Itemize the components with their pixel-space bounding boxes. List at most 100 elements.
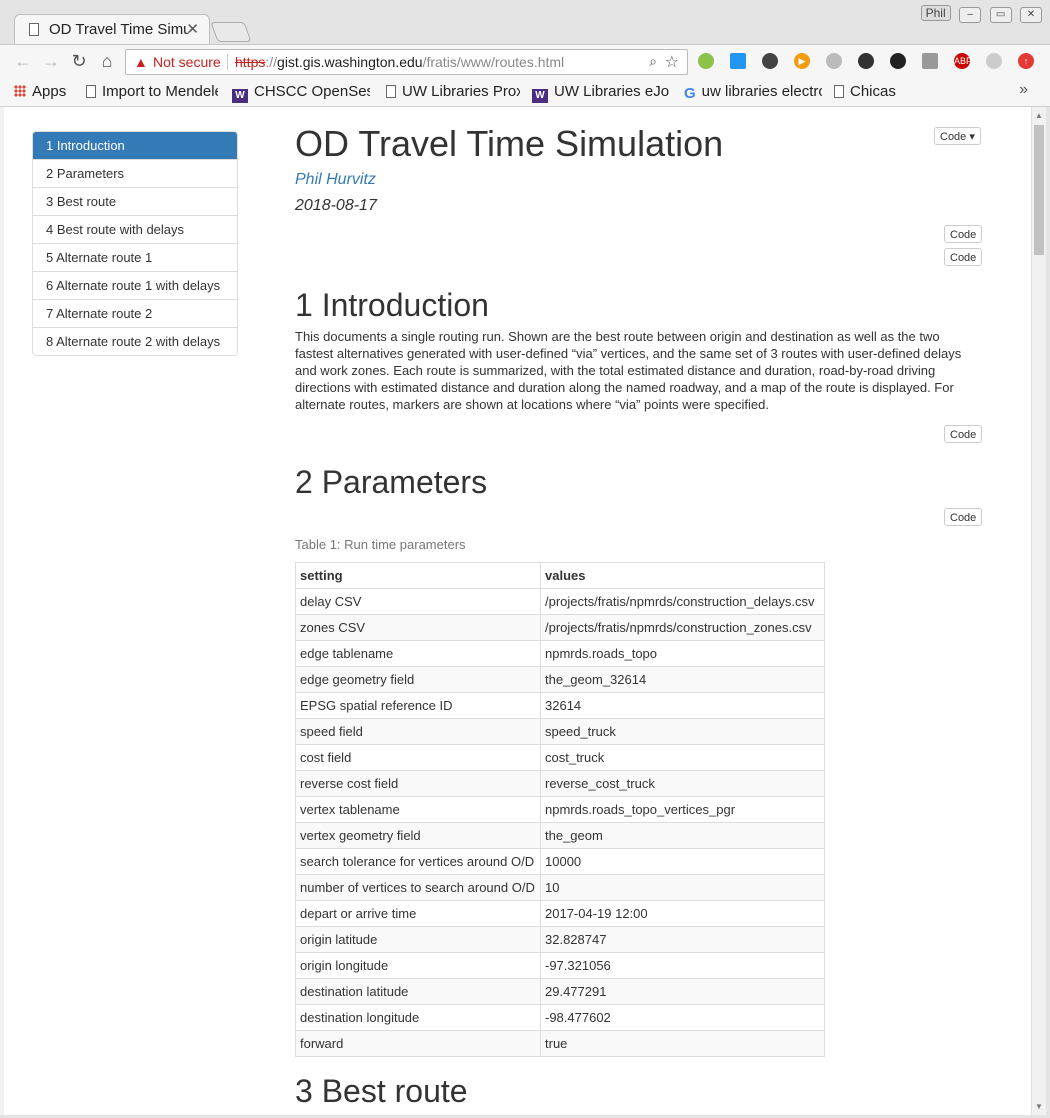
author: Phil Hurvitz — [295, 171, 376, 188]
code-menu-button[interactable]: Code ▾ — [934, 127, 981, 145]
security-label[interactable]: Not secure — [153, 54, 221, 70]
url-text[interactable]: https://gist.gis.washington.edu/fratis/w… — [235, 54, 564, 70]
page-title: OD Travel Time Simulation — [295, 123, 724, 164]
scroll-down-icon[interactable]: ▼ — [1035, 1102, 1043, 1111]
play-extension-icon[interactable]: ▶ — [794, 53, 810, 69]
bookmark-item[interactable]: UW Libraries Proxy — [386, 83, 520, 100]
toc-item[interactable]: 2 Parameters — [33, 159, 237, 187]
scroll-up-icon[interactable]: ▲ — [1035, 111, 1043, 120]
zoom-icon[interactable]: ⌕ — [649, 53, 657, 70]
page-icon — [386, 85, 396, 98]
toc-item[interactable]: 8 Alternate route 2 with delays — [33, 327, 237, 355]
setting-cell: number of vertices to search around O/D — [295, 874, 541, 901]
toc-item[interactable]: 4 Best route with delays — [33, 215, 237, 243]
setting-cell: delay CSV — [295, 588, 541, 615]
setting-cell: origin latitude — [295, 926, 541, 953]
maximize-button[interactable]: ▭ — [989, 7, 1012, 23]
setting-cell: depart or arrive time — [295, 900, 541, 927]
document-icon — [29, 23, 39, 36]
home-icon[interactable]: ⌂ — [96, 51, 118, 72]
value-cell: 29.477291 — [540, 978, 825, 1005]
setting-cell: edge tablename — [295, 640, 541, 667]
page-icon — [834, 85, 844, 98]
bookmark-apps[interactable]: Apps — [14, 83, 66, 100]
vertical-scrollbar[interactable]: ▲ ▼ — [1031, 107, 1047, 1115]
extension-icon[interactable] — [698, 53, 714, 69]
extension-icon[interactable] — [922, 53, 938, 69]
value-cell: speed_truck — [540, 718, 825, 745]
new-tab-button[interactable] — [210, 22, 252, 42]
window-controls: Phil – ▭ ✕ — [917, 4, 1042, 23]
table-row: forward true — [295, 1030, 825, 1057]
address-bar[interactable]: ▲ Not secure https://gist.gis.washington… — [125, 49, 688, 75]
bookmark-item[interactable]: Import to Mendeley — [86, 83, 218, 100]
page-icon — [86, 85, 96, 98]
apps-icon — [14, 85, 26, 97]
code-button[interactable]: Code — [944, 508, 983, 526]
table-row: origin longitude -97.321056 — [295, 952, 825, 979]
value-cell: 32.828747 — [540, 926, 825, 953]
bookmark-item[interactable]: Chicas — [834, 83, 896, 100]
setting-cell: vertex tablename — [295, 796, 541, 823]
value-cell: the_geom — [540, 822, 825, 849]
column-header: values — [540, 562, 825, 589]
extension-icon[interactable]: ↑ — [1018, 53, 1034, 69]
setting-cell: destination latitude — [295, 978, 541, 1005]
chevron-right-icon[interactable]: » — [1019, 81, 1028, 99]
value-cell: -97.321056 — [540, 952, 825, 979]
table-row: depart or arrive time 2017-04-19 12:00 — [295, 900, 825, 927]
setting-cell: search tolerance for vertices around O/D — [295, 848, 541, 875]
extension-icon[interactable] — [986, 53, 1002, 69]
value-cell: 2017-04-19 12:00 — [540, 900, 825, 927]
table-row: edge geometry field the_geom_32614 — [295, 666, 825, 693]
toc-item[interactable]: 1 Introduction — [33, 132, 237, 159]
bookmark-item[interactable]: Guw libraries electronic — [684, 83, 822, 100]
value-cell: /projects/fratis/npmrds/construction_del… — [540, 588, 825, 615]
table-row: edge tablename npmrds.roads_topo — [295, 640, 825, 667]
scrollbar-thumb[interactable] — [1034, 125, 1044, 255]
tab-close-icon[interactable]: ✕ — [186, 20, 199, 38]
table-row: speed field speed_truck — [295, 718, 825, 745]
reload-icon[interactable]: ↻ — [68, 51, 90, 72]
window-titlebar: OD Travel Time Simulation ✕ Phil – ▭ ✕ — [0, 0, 1050, 45]
close-window-button[interactable]: ✕ — [1020, 7, 1042, 23]
bookmarks-bar: Apps Import to Mendeley WCHSCC OpenSesam… — [0, 78, 1050, 107]
extension-icon[interactable] — [890, 53, 906, 69]
table-row: EPSG spatial reference ID 32614 — [295, 692, 825, 719]
bookmark-item[interactable]: WCHSCC OpenSesame — [232, 83, 370, 103]
setting-cell: forward — [295, 1030, 541, 1057]
table-row: destination longitude -98.477602 — [295, 1004, 825, 1031]
back-icon[interactable]: ← — [12, 51, 34, 72]
minimize-button[interactable]: – — [959, 7, 982, 23]
table-of-contents: 1 Introduction 2 Parameters 3 Best route… — [32, 131, 238, 356]
forward-icon[interactable]: → — [40, 51, 62, 72]
value-cell: true — [540, 1030, 825, 1057]
extension-icon[interactable] — [858, 53, 874, 69]
adblock-icon[interactable]: ABP — [954, 53, 972, 69]
extension-icon[interactable] — [826, 53, 842, 69]
table-row: number of vertices to search around O/D 1… — [295, 874, 825, 901]
code-button[interactable]: Code — [944, 248, 983, 266]
value-cell: -98.477602 — [540, 1004, 825, 1031]
section-heading: 3 Best route — [295, 1073, 468, 1109]
setting-cell: vertex geometry field — [295, 822, 541, 849]
toc-item[interactable]: 6 Alternate route 1 with delays — [33, 271, 237, 299]
url-path: /fratis/www/routes.html — [422, 54, 565, 70]
browser-tab[interactable]: OD Travel Time Simulation ✕ — [14, 14, 210, 44]
code-button[interactable]: Code — [944, 225, 983, 243]
toc-item[interactable]: 3 Best route — [33, 187, 237, 215]
toc-item[interactable]: 5 Alternate route 1 — [33, 243, 237, 271]
value-cell: the_geom_32614 — [540, 666, 825, 693]
setting-cell: destination longitude — [295, 1004, 541, 1031]
extension-icon[interactable] — [730, 53, 746, 69]
google-icon: G — [684, 85, 696, 100]
bookmark-item[interactable]: WUW Libraries eJournals — [532, 83, 670, 103]
table-row: zones CSV/projects/fratis/npmrds/constru… — [295, 614, 825, 641]
profile-button[interactable]: Phil — [920, 5, 951, 21]
uw-logo-icon: W — [232, 89, 248, 103]
code-button[interactable]: Code — [944, 425, 983, 443]
toc-item[interactable]: 7 Alternate route 2 — [33, 299, 237, 327]
column-header: setting — [295, 562, 541, 589]
extension-icon[interactable] — [762, 53, 778, 69]
bookmark-star-icon[interactable]: ☆ — [665, 52, 679, 72]
